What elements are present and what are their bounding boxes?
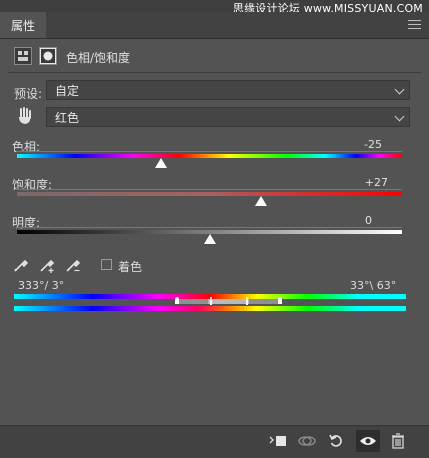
preset-dropdown[interactable]: 自定 <box>46 80 410 100</box>
saturation-label: 饱和度: <box>12 178 53 192</box>
hue-value-underline <box>16 151 402 152</box>
preset-label: 预设: <box>14 87 43 101</box>
clip-to-layer-icon[interactable] <box>268 432 288 450</box>
range-handle-left-falloff[interactable] <box>175 297 179 304</box>
chevron-down-icon <box>394 111 405 122</box>
colorize-label: 着色 <box>118 260 143 274</box>
hue-value[interactable]: -25 <box>342 138 382 151</box>
lightness-value-underline <box>16 227 402 228</box>
hue-track[interactable] <box>17 154 402 158</box>
divider <box>8 72 421 73</box>
preset-value: 自定 <box>55 83 80 98</box>
channel-value: 红色 <box>55 110 80 125</box>
range-handle-left[interactable] <box>210 297 212 305</box>
eyedropper-minus-icon[interactable] <box>64 256 82 274</box>
mask-icon[interactable] <box>39 47 57 65</box>
lightness-slider-thumb[interactable] <box>203 234 216 244</box>
lightness-value[interactable]: 0 <box>332 214 372 227</box>
view-previous-state-icon[interactable] <box>297 432 317 450</box>
adjustment-layer-icon[interactable] <box>14 47 32 65</box>
channel-dropdown[interactable]: 红色 <box>46 107 410 127</box>
visibility-eye-icon[interactable] <box>358 432 378 450</box>
output-color-bar <box>14 306 406 311</box>
saturation-value-underline <box>16 189 402 190</box>
range-left-readout: 333°/ 3° <box>18 279 65 292</box>
saturation-slider-thumb[interactable] <box>255 196 268 206</box>
panel-menu-icon[interactable] <box>408 20 421 29</box>
range-handle-right-falloff[interactable] <box>278 297 282 304</box>
colorize-checkbox[interactable] <box>101 259 112 270</box>
tab-row <box>0 12 429 39</box>
saturation-track[interactable] <box>17 192 402 196</box>
range-handle-right[interactable] <box>246 297 248 305</box>
range-core[interactable] <box>208 299 249 304</box>
reset-icon[interactable] <box>326 432 346 450</box>
hue-label: 色相: <box>12 140 41 154</box>
range-right-readout: 33°\ 63° <box>350 279 397 292</box>
hue-slider-thumb[interactable] <box>155 158 168 168</box>
eyedropper-icon[interactable] <box>12 256 30 274</box>
delete-icon[interactable] <box>388 432 408 450</box>
saturation-value[interactable]: +27 <box>348 176 388 189</box>
target-adjustment-hand-icon[interactable] <box>16 106 34 126</box>
eyedropper-plus-icon[interactable] <box>38 256 56 274</box>
tab-properties[interactable]: 属性 <box>0 12 46 38</box>
chevron-down-icon <box>394 84 405 95</box>
adjustment-title: 色相/饱和度 <box>66 51 131 65</box>
lightness-label: 明度: <box>12 216 41 230</box>
